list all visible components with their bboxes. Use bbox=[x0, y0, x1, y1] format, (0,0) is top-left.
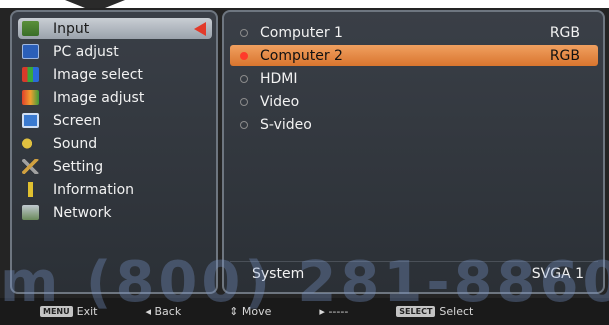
menu-item-input[interactable]: Input bbox=[18, 18, 212, 39]
tools-icon bbox=[22, 159, 39, 174]
image-adjust-icon bbox=[22, 90, 39, 105]
hint-exit: MENU Exit bbox=[40, 305, 97, 318]
input-signal: RGB bbox=[549, 47, 580, 64]
speaker-icon bbox=[22, 136, 39, 151]
system-value: SVGA 1 bbox=[531, 266, 584, 282]
input-row-computer-1[interactable]: Computer 1 RGB bbox=[230, 22, 598, 43]
system-status-bar: System SVGA 1 bbox=[230, 261, 598, 286]
radio-selected-icon bbox=[240, 51, 248, 60]
radio-icon bbox=[240, 74, 248, 83]
input-row-s-video[interactable]: S-video bbox=[230, 114, 598, 135]
menu-item-network[interactable]: Network bbox=[18, 202, 212, 223]
screen-icon bbox=[22, 113, 39, 128]
input-label: Computer 1 bbox=[260, 24, 343, 41]
input-icon bbox=[22, 21, 39, 36]
hint-select-label: Select bbox=[439, 305, 474, 318]
osd-footer-hints: MENU Exit ◂ Back ⇕ Move ▸ ----- SELECT S… bbox=[0, 298, 609, 325]
hint-exit-label: Exit bbox=[76, 305, 98, 318]
input-row-hdmi[interactable]: HDMI bbox=[230, 68, 598, 89]
system-label: System bbox=[252, 266, 305, 282]
input-row-video[interactable]: Video bbox=[230, 91, 598, 112]
menu-item-image-adjust[interactable]: Image adjust bbox=[18, 87, 212, 108]
hint-next: ▸ ----- bbox=[319, 305, 348, 318]
hint-back-label: ◂ Back bbox=[145, 305, 182, 318]
menu-key-icon: MENU bbox=[40, 306, 73, 317]
menu-item-information[interactable]: Information bbox=[18, 179, 212, 200]
info-icon bbox=[22, 182, 39, 197]
menu-item-label: Input bbox=[53, 20, 90, 37]
menu-item-label: Network bbox=[53, 204, 112, 221]
menu-item-label: Setting bbox=[53, 158, 104, 175]
hint-back: ◂ Back bbox=[145, 305, 181, 318]
menu-item-label: Sound bbox=[53, 135, 98, 152]
hint-select: SELECT Select bbox=[396, 305, 473, 318]
radio-icon bbox=[240, 120, 248, 129]
input-signal: RGB bbox=[549, 24, 580, 41]
input-label: Computer 2 bbox=[260, 47, 343, 64]
menu-item-label: PC adjust bbox=[53, 43, 119, 60]
menu-item-sound[interactable]: Sound bbox=[18, 133, 212, 154]
menu-item-label: Image adjust bbox=[53, 89, 145, 106]
input-label: S-video bbox=[260, 116, 312, 133]
hint-next-label: ▸ ----- bbox=[319, 305, 349, 318]
projector-osd: Input PC adjust Image select Image adjus… bbox=[0, 8, 609, 325]
image-select-icon bbox=[22, 67, 39, 82]
menu-item-setting[interactable]: Setting bbox=[18, 156, 212, 177]
input-label: Video bbox=[260, 93, 300, 110]
select-key-icon: SELECT bbox=[396, 306, 436, 317]
input-row-computer-2[interactable]: Computer 2 RGB bbox=[230, 45, 598, 66]
input-label: HDMI bbox=[260, 70, 298, 87]
menu-item-label: Image select bbox=[53, 66, 143, 83]
input-source-panel: Computer 1 RGB Computer 2 RGB HDMI Video… bbox=[222, 10, 605, 294]
menu-item-label: Information bbox=[53, 181, 135, 198]
hint-move: ⇕ Move bbox=[229, 305, 271, 318]
network-icon bbox=[22, 205, 39, 220]
hint-move-label: ⇕ Move bbox=[229, 305, 272, 318]
main-menu-panel: Input PC adjust Image select Image adjus… bbox=[10, 10, 218, 294]
menu-item-image-select[interactable]: Image select bbox=[18, 64, 212, 85]
menu-item-screen[interactable]: Screen bbox=[18, 110, 212, 131]
active-arrow-icon bbox=[194, 22, 206, 36]
menu-item-label: Screen bbox=[53, 112, 102, 129]
radio-icon bbox=[240, 97, 248, 106]
menu-item-pc-adjust[interactable]: PC adjust bbox=[18, 41, 212, 62]
radio-icon bbox=[240, 28, 248, 37]
monitor-icon bbox=[22, 44, 39, 59]
